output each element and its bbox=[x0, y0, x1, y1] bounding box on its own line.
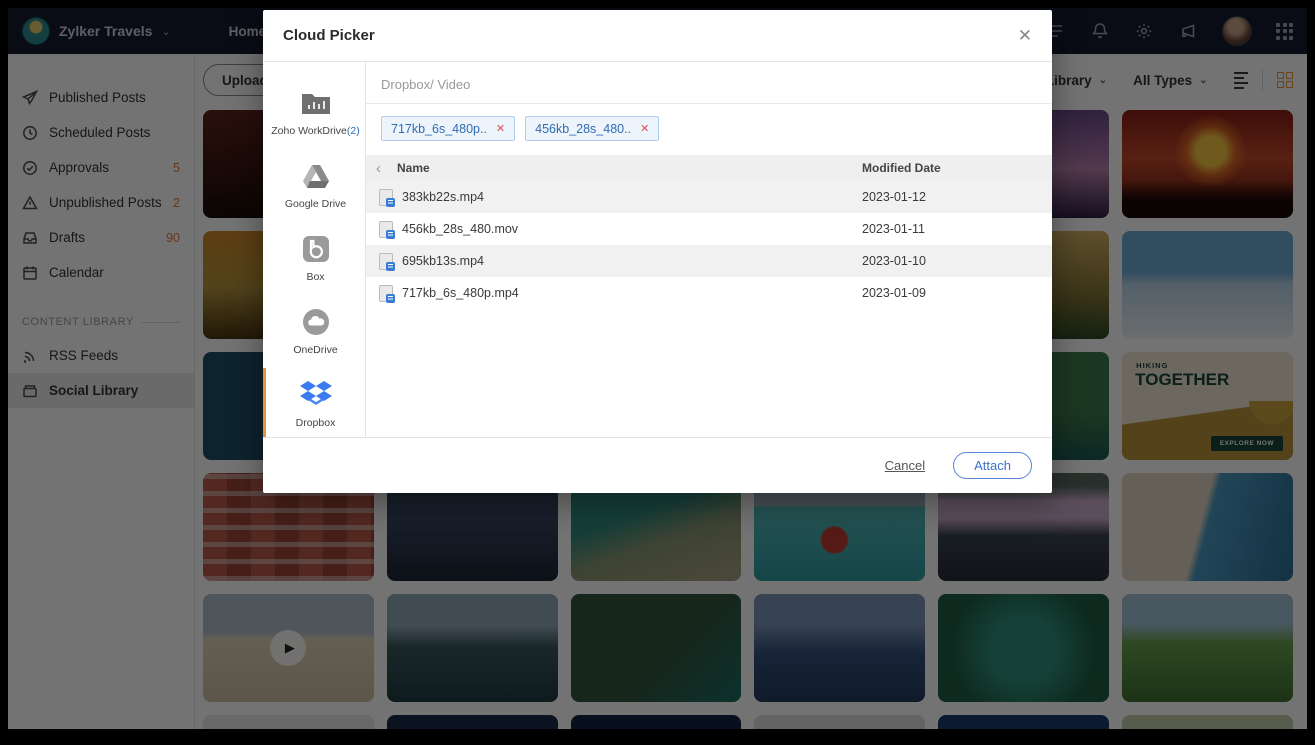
modal-footer: Cancel Attach bbox=[263, 437, 1052, 493]
cloud-picker-modal: Cloud Picker ✕ Zoho WorkDrive(2) Google … bbox=[263, 10, 1052, 493]
modal-title: Cloud Picker bbox=[283, 27, 375, 44]
file-chip[interactable]: 456kb_28s_480.. ✕ bbox=[525, 116, 659, 141]
modal-header: Cloud Picker ✕ bbox=[263, 10, 1052, 62]
table-row[interactable]: 456kb_28s_480.mov 2023-01-11 bbox=[366, 213, 1052, 245]
file-date: 2023-01-10 bbox=[862, 254, 1052, 268]
service-box[interactable]: Box bbox=[263, 222, 365, 295]
service-label: Zoho WorkDrive(2) bbox=[269, 125, 362, 138]
service-name: Zoho WorkDrive bbox=[271, 125, 347, 137]
video-file-icon bbox=[379, 189, 393, 206]
picker-pane: Dropbox/ Video 717kb_6s_480p.. ✕ 456kb_2… bbox=[366, 62, 1052, 437]
file-name: 695kb13s.mp4 bbox=[402, 254, 484, 268]
cancel-button[interactable]: Cancel bbox=[885, 458, 925, 473]
service-name: Dropbox bbox=[294, 417, 338, 430]
table-header-row: ‹ Name Modified Date bbox=[366, 155, 1052, 181]
service-dropbox[interactable]: Dropbox bbox=[263, 368, 365, 437]
chip-label: 456kb_28s_480.. bbox=[535, 122, 631, 136]
onedrive-icon bbox=[299, 307, 333, 337]
zoho-workdrive-icon bbox=[299, 88, 333, 118]
chip-label: 717kb_6s_480p.. bbox=[391, 122, 487, 136]
table-row[interactable]: 695kb13s.mp4 2023-01-10 bbox=[366, 245, 1052, 277]
service-onedrive[interactable]: OneDrive bbox=[263, 295, 365, 368]
video-file-icon bbox=[379, 253, 393, 270]
breadcrumb[interactable]: Dropbox/ Video bbox=[366, 62, 1052, 104]
name-column-header: Name bbox=[397, 161, 430, 175]
back-chevron-icon[interactable]: ‹ bbox=[376, 160, 381, 177]
file-name: 717kb_6s_480p.mp4 bbox=[402, 286, 519, 300]
video-file-icon bbox=[379, 285, 393, 302]
attach-button[interactable]: Attach bbox=[953, 452, 1032, 479]
video-file-icon bbox=[379, 221, 393, 238]
file-table: ‹ Name Modified Date 383kb22s.mp4 2023-0… bbox=[366, 155, 1052, 309]
service-count: (2) bbox=[347, 125, 360, 137]
selected-files-chips: 717kb_6s_480p.. ✕ 456kb_28s_480.. ✕ bbox=[366, 104, 1052, 153]
file-date: 2023-01-12 bbox=[862, 190, 1052, 204]
box-icon bbox=[299, 234, 333, 264]
service-name: Google Drive bbox=[283, 198, 348, 211]
chip-close-icon[interactable]: ✕ bbox=[496, 122, 505, 135]
table-row[interactable]: 717kb_6s_480p.mp4 2023-01-09 bbox=[366, 277, 1052, 309]
dropbox-icon bbox=[299, 380, 333, 410]
file-chip[interactable]: 717kb_6s_480p.. ✕ bbox=[381, 116, 515, 141]
service-name: Box bbox=[304, 271, 326, 284]
close-icon[interactable]: ✕ bbox=[1018, 27, 1032, 44]
file-date: 2023-01-11 bbox=[862, 222, 1052, 236]
file-name: 383kb22s.mp4 bbox=[402, 190, 484, 204]
service-google-drive[interactable]: Google Drive bbox=[263, 149, 365, 222]
service-zoho-workdrive[interactable]: Zoho WorkDrive(2) bbox=[263, 76, 365, 149]
chip-close-icon[interactable]: ✕ bbox=[640, 122, 649, 135]
date-column-header: Modified Date bbox=[862, 161, 1052, 175]
cloud-services-list: Zoho WorkDrive(2) Google Drive Box OneDr… bbox=[263, 62, 366, 437]
file-name: 456kb_28s_480.mov bbox=[402, 222, 518, 236]
service-name: OneDrive bbox=[291, 344, 339, 357]
table-row[interactable]: 383kb22s.mp4 2023-01-12 bbox=[366, 181, 1052, 213]
google-drive-icon bbox=[299, 161, 333, 191]
file-date: 2023-01-09 bbox=[862, 286, 1052, 300]
